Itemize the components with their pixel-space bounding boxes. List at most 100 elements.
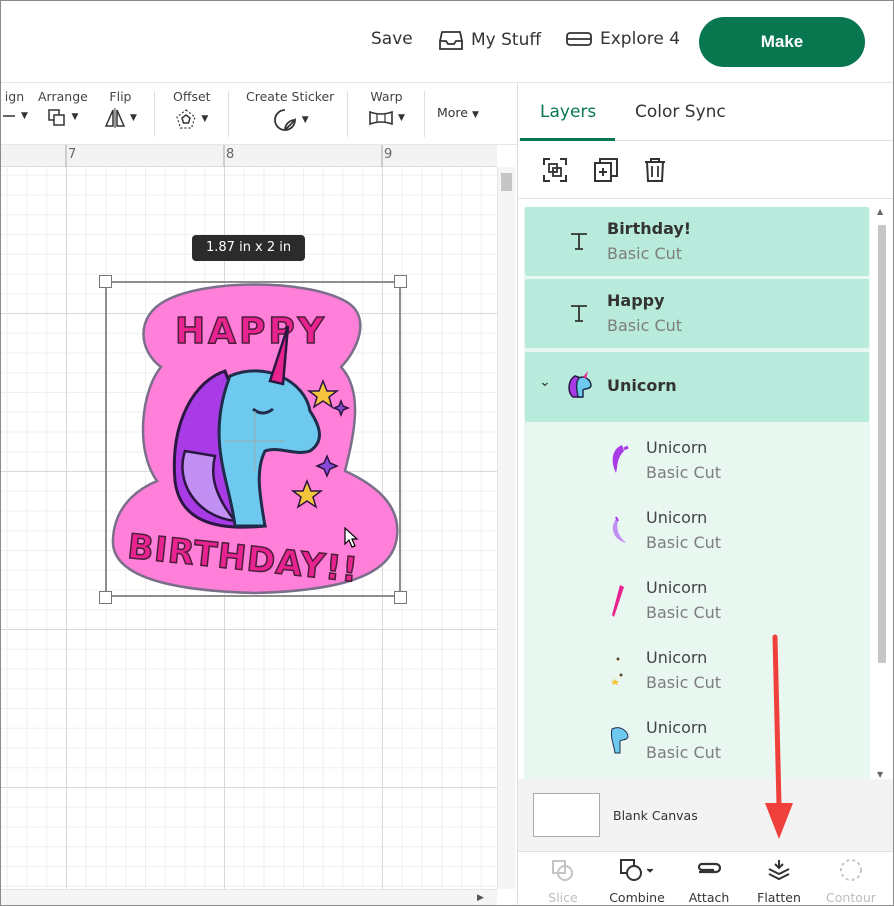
layers-list: Birthday! Basic Cut Happy Basic Cut ⌄ Un… [524, 207, 870, 859]
inbox-icon [439, 31, 463, 50]
edit-toolbar: ign ▼ Arrange ▼ Flip ▼ Offset ▼ Create S… [1, 83, 517, 145]
canvas-vertical-scrollbar[interactable] [497, 167, 515, 889]
flatten-icon [768, 860, 790, 881]
tab-color-sync[interactable]: Color Sync [635, 102, 726, 122]
offset-tool[interactable]: Offset ▼ [173, 89, 211, 130]
flatten-button[interactable]: Flatten [744, 858, 814, 905]
contour-button[interactable]: Contour [816, 858, 886, 905]
chevron-down-icon: ▼ [201, 114, 209, 124]
layer-group-unicorn[interactable]: ⌄ Unicorn [525, 352, 869, 422]
resize-handle-top-left[interactable] [99, 275, 112, 288]
layer-title: Unicorn [646, 508, 708, 527]
flip-label: Flip [109, 89, 132, 104]
contour-label: Contour [826, 890, 876, 905]
scroll-thumb[interactable] [501, 173, 512, 191]
explore-button[interactable]: Explore 4 [566, 29, 680, 49]
resize-handle-bottom-left[interactable] [99, 591, 112, 604]
sticker-icon [273, 109, 296, 131]
canvas-horizontal-scrollbar[interactable]: ▶ [1, 889, 497, 905]
scroll-right-icon[interactable]: ▶ [477, 893, 484, 903]
scroll-up-icon[interactable]: ▲ [877, 207, 883, 216]
layer-title: Unicorn [646, 718, 708, 737]
toolbar-divider [347, 91, 348, 137]
group-icon[interactable] [542, 157, 568, 183]
layer-title: Unicorn [607, 376, 677, 395]
annotation-arrow [765, 634, 793, 839]
slice-icon [552, 860, 573, 881]
layer-happy[interactable]: Happy Basic Cut [525, 279, 869, 348]
layer-subtitle: Basic Cut [607, 316, 683, 335]
layer-title: Unicorn [646, 578, 708, 597]
sublayer-unicorn-3[interactable]: Unicorn Basic Cut [524, 571, 870, 637]
sublayer-unicorn-2[interactable]: Unicorn Basic Cut [524, 501, 870, 567]
size-badge: 1.87 in x 2 in [192, 235, 306, 261]
layer-title: Birthday! [607, 219, 692, 238]
sublayer-unicorn-5[interactable]: Unicorn Basic Cut [524, 711, 870, 777]
layers-scrollbar[interactable]: ▲ ▼ [872, 207, 892, 782]
tab-layers[interactable]: Layers [540, 102, 596, 122]
create-sticker-label: Create Sticker [246, 89, 335, 104]
layer-actions [518, 141, 893, 199]
chevron-down-icon: ▼ [71, 112, 79, 122]
layer-birthday[interactable]: Birthday! Basic Cut [525, 207, 869, 276]
resize-handle-bottom-right[interactable] [394, 591, 407, 604]
my-stuff-button[interactable]: My Stuff [439, 29, 541, 51]
duplicate-icon[interactable] [593, 157, 619, 183]
arrange-label: Arrange [38, 89, 88, 104]
head-piece-icon [610, 727, 629, 754]
blank-canvas-swatch[interactable] [533, 793, 600, 837]
text-layer-icon [571, 305, 587, 322]
sublayer-unicorn-4[interactable]: Unicorn Basic Cut [524, 641, 870, 707]
layer-title: Happy [607, 291, 665, 310]
my-stuff-label: My Stuff [471, 30, 542, 50]
warp-label: Warp [370, 89, 403, 104]
caret-down-icon: ▼ [471, 110, 479, 120]
slice-label: Slice [548, 890, 578, 905]
arrange-tool[interactable]: Arrange ▼ [38, 89, 88, 126]
more-label: More [437, 105, 468, 120]
stars-piece-icon [611, 657, 623, 685]
align-tool[interactable]: ign ▼ [1, 89, 28, 124]
combine-label: Combine [609, 890, 665, 905]
chevron-down-icon[interactable]: ⌄ [539, 374, 551, 390]
flip-tool[interactable]: Flip ▼ [104, 89, 137, 128]
machine-icon [566, 32, 592, 46]
mouse-cursor-icon [344, 527, 359, 548]
scroll-thumb[interactable] [878, 225, 886, 663]
trash-icon[interactable] [643, 157, 667, 183]
more-button[interactable]: More ▼ [437, 105, 479, 120]
save-label: Save [371, 29, 413, 49]
horn-piece-icon [612, 585, 624, 617]
align-icon [3, 115, 15, 117]
layer-operations-bar: Slice Combine Attach Flatten Contour [518, 851, 893, 905]
make-button[interactable]: Make [699, 17, 865, 67]
ruler-ticks [65, 145, 383, 167]
blank-canvas-row[interactable]: Blank Canvas [518, 779, 893, 851]
create-sticker-tool[interactable]: Create Sticker ▼ [246, 89, 334, 132]
design-space-window: Save My Stuff Explore 4 Make ign ▼ Arran… [0, 0, 894, 906]
sublayer-unicorn-1[interactable]: Unicorn Basic Cut [524, 431, 870, 497]
explore-label: Explore 4 [600, 29, 681, 49]
attach-button[interactable]: Attach [674, 858, 744, 905]
mane-light-piece-icon [612, 516, 626, 543]
chevron-down-icon: ▼ [398, 113, 405, 123]
layer-subtitle: Basic Cut [607, 244, 683, 263]
chevron-down-icon: ▼ [301, 115, 309, 125]
chevron-down-icon: ▼ [21, 111, 28, 121]
warp-tool[interactable]: Warp ▼ [368, 89, 405, 128]
resize-handle-top-right[interactable] [394, 275, 407, 288]
layer-subtitle: Basic Cut [646, 743, 722, 762]
combine-icon [620, 859, 654, 881]
paperclip-icon [697, 862, 722, 874]
top-header: Save My Stuff Explore 4 Make [1, 1, 893, 83]
layer-subtitle: Basic Cut [646, 603, 722, 622]
arrange-icon [48, 109, 66, 126]
save-button[interactable]: Save [371, 29, 413, 49]
slice-button[interactable]: Slice [528, 858, 598, 905]
combine-button[interactable]: Combine [602, 858, 672, 905]
canvas-area[interactable]: 7 8 9 ▶ 1.87 in x 2 in HAPPY BIRTHDAY!! [1, 145, 517, 905]
selection-box [105, 281, 401, 597]
layers-panel: Layers Color Sync Birthday! Basic Cut Ha… [517, 83, 893, 905]
horizontal-ruler: 7 8 9 [1, 145, 497, 167]
scroll-down-icon[interactable]: ▼ [877, 770, 883, 779]
